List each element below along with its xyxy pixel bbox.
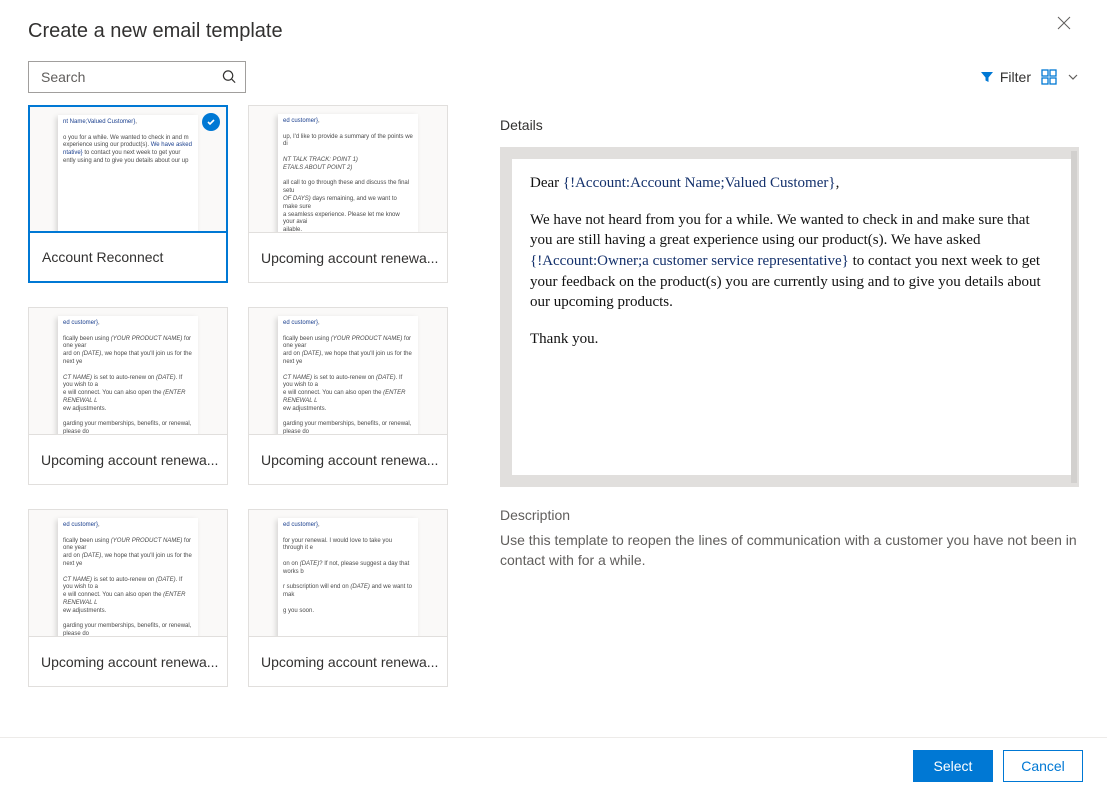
card-thumbnail: ed customer}, fically been using (YOUR P… [28,509,228,637]
preview-greeting: Dear {!Account:Account Name;Valued Custo… [530,173,1053,194]
filter-icon [980,70,994,84]
details-heading: Details [500,117,1079,133]
chevron-down-icon[interactable] [1067,71,1079,83]
card-label: Upcoming account renewa... [28,637,228,687]
preview-box: Dear {!Account:Account Name;Valued Custo… [500,147,1079,487]
card-thumbnail: ed customer}, fically been using (YOUR P… [28,307,228,435]
details-panel: Details Dear {!Account:Account Name;Valu… [476,105,1107,737]
dialog-footer: Select Cancel [0,737,1107,800]
thumbnail-preview: ed customer}, fically been using (YOUR P… [58,316,198,435]
checkmark-icon [206,117,216,127]
selected-badge [202,113,220,131]
filter-button[interactable]: Filter [980,69,1031,85]
template-card[interactable]: ed customer}, fically been using (YOUR P… [28,509,228,687]
search-input[interactable] [41,69,222,85]
thumbnail-preview: ed customer}, for your renewal. I would … [278,518,418,637]
preview-content: Dear {!Account:Account Name;Valued Custo… [512,159,1071,475]
close-button[interactable] [1049,12,1079,34]
card-label: Upcoming account renewa... [248,637,448,687]
thumbnail-preview: ed customer}, fically been using (YOUR P… [58,518,198,637]
cancel-button[interactable]: Cancel [1003,750,1083,782]
thumbnail-preview: ed customer}, fically been using (YOUR P… [278,316,418,435]
template-card[interactable]: nt Name;Valued Customer}, o you for a wh… [28,105,228,283]
card-label: Account Reconnect [28,233,228,283]
card-thumbnail: ed customer}, for your renewal. I would … [248,509,448,637]
template-card[interactable]: ed customer}, fically been using (YOUR P… [28,307,228,485]
filter-label: Filter [1000,69,1031,85]
card-label: Upcoming account renewa... [248,435,448,485]
template-card[interactable]: ed customer}, for your renewal. I would … [248,509,448,687]
template-card[interactable]: ed customer}, up, I'd like to provide a … [248,105,448,283]
search-box[interactable] [28,61,246,93]
main-area: nt Name;Valued Customer}, o you for a wh… [0,105,1107,737]
preview-scrollbar[interactable] [1071,151,1077,483]
cards-grid: nt Name;Valued Customer}, o you for a wh… [28,105,468,707]
grid-view-icon[interactable] [1041,69,1057,85]
card-thumbnail: ed customer}, fically been using (YOUR P… [248,307,448,435]
description-heading: Description [500,507,1079,523]
template-card[interactable]: ed customer}, fically been using (YOUR P… [248,307,448,485]
dialog-header: Create a new email template [0,0,1107,49]
close-icon [1057,16,1071,30]
description-text: Use this template to reopen the lines of… [500,531,1079,570]
preview-closing: Thank you. [530,329,1053,350]
thumbnail-preview: nt Name;Valued Customer}, o you for a wh… [58,115,198,233]
toolbar: Filter [0,49,1107,105]
search-icon [222,69,237,85]
template-grid[interactable]: nt Name;Valued Customer}, o you for a wh… [28,105,476,737]
select-button[interactable]: Select [913,750,993,782]
card-thumbnail: ed customer}, up, I'd like to provide a … [248,105,448,233]
preview-body: We have not heard from you for a while. … [530,210,1053,313]
card-label: Upcoming account renewa... [28,435,228,485]
dialog-root: Create a new email template Filter [0,0,1107,800]
card-label: Upcoming account renewa... [248,233,448,283]
dialog-title: Create a new email template [28,20,283,43]
right-toolbar: Filter [980,69,1079,85]
thumbnail-preview: ed customer}, up, I'd like to provide a … [278,114,418,233]
card-thumbnail: nt Name;Valued Customer}, o you for a wh… [28,105,228,233]
